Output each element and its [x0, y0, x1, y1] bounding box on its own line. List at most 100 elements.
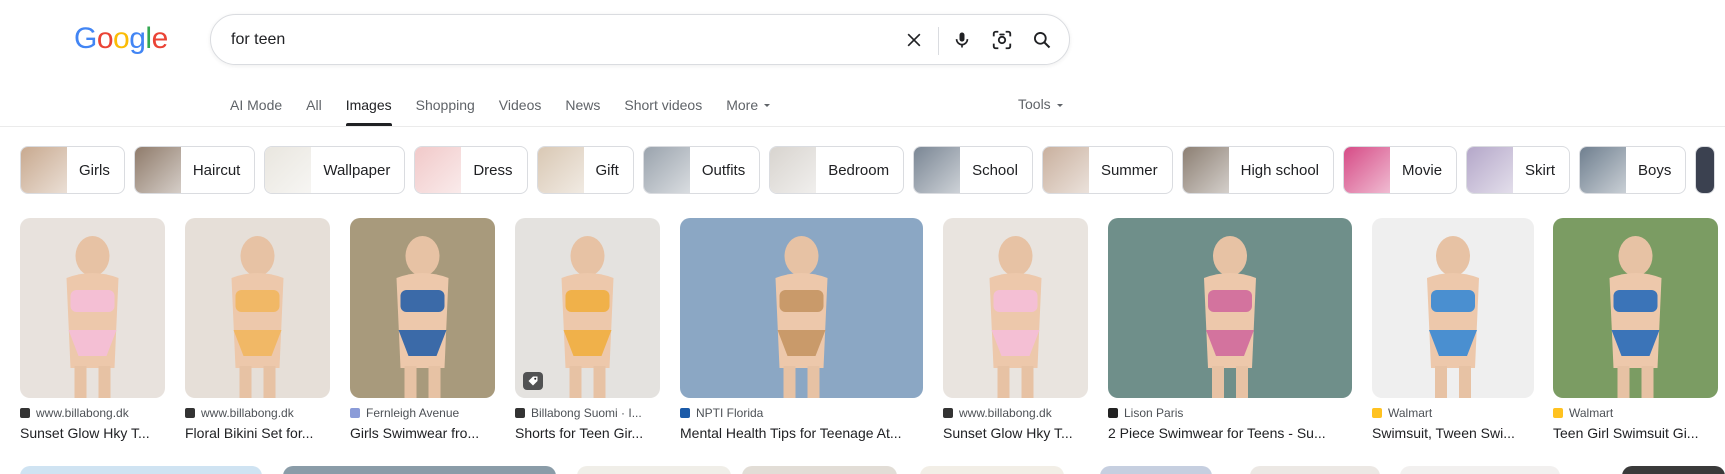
next-row-image[interactable]: [1250, 466, 1380, 474]
result-thumbnail-art: [1427, 236, 1479, 398]
chevron-down-icon: [1056, 104, 1063, 107]
result-source[interactable]: Lison Paris: [1108, 406, 1352, 420]
chip-summer[interactable]: Summer: [1041, 146, 1173, 194]
result-title[interactable]: Shorts for Teen Gir...: [515, 425, 660, 441]
next-row-image[interactable]: [20, 466, 262, 474]
chip-haircut[interactable]: Haircut: [133, 146, 256, 194]
chip-gift[interactable]: Gift: [536, 146, 634, 194]
result-image[interactable]: [943, 218, 1088, 398]
tab-short-videos[interactable]: Short videos: [612, 96, 714, 126]
voice-search-icon[interactable]: [949, 27, 975, 53]
tools-button[interactable]: Tools: [1018, 96, 1065, 114]
search-box: [210, 14, 1070, 65]
image-result-card[interactable]: Billabong Suomi · I... Shorts for Teen Gi…: [515, 218, 660, 441]
result-title[interactable]: 2 Piece Swimwear for Teens - Su...: [1108, 425, 1352, 441]
chip-thumbnail: [643, 147, 690, 193]
result-source[interactable]: www.billabong.dk: [943, 406, 1088, 420]
tab-ai-mode[interactable]: AI Mode: [230, 96, 294, 126]
result-image[interactable]: [20, 218, 165, 398]
next-row-image[interactable]: [1400, 466, 1560, 474]
chip-movie[interactable]: Movie: [1343, 146, 1458, 194]
chip-boys[interactable]: Boys: [1579, 146, 1687, 194]
tab-more[interactable]: More: [714, 96, 784, 126]
chip-label: Summer: [1100, 161, 1158, 179]
google-logo[interactable]: Google: [74, 22, 168, 56]
chip-school[interactable]: School: [913, 146, 1033, 194]
next-row-image[interactable]: [1622, 466, 1725, 474]
tools-label: Tools: [1018, 96, 1051, 112]
chip-thumbnail: [1182, 147, 1229, 193]
next-row-image[interactable]: [283, 466, 556, 474]
chip-bedroom[interactable]: Bedroom: [769, 146, 905, 194]
result-image[interactable]: [1553, 218, 1718, 398]
site-favicon-icon: [1108, 408, 1118, 418]
chip-high-school[interactable]: High school: [1181, 146, 1335, 194]
result-title[interactable]: Teen Girl Swimsuit Gi...: [1553, 425, 1718, 441]
chip-thumbnail: [415, 147, 462, 193]
result-image[interactable]: [680, 218, 923, 398]
image-result-card[interactable]: www.billabong.dk Floral Bikini Set for...: [185, 218, 330, 441]
search-icon[interactable]: [1029, 27, 1055, 53]
result-image[interactable]: [1372, 218, 1534, 398]
result-source[interactable]: Walmart: [1553, 406, 1718, 420]
search-input[interactable]: [231, 27, 891, 53]
result-source[interactable]: Billabong Suomi · I...: [515, 406, 660, 420]
chip-label: Outfits: [701, 161, 746, 179]
result-title[interactable]: Girls Swimwear fro...: [350, 425, 495, 441]
result-source[interactable]: www.billabong.dk: [185, 406, 330, 420]
chip-label: Girls: [79, 161, 110, 179]
site-favicon-icon: [185, 408, 195, 418]
result-image[interactable]: [350, 218, 495, 398]
image-result-card[interactable]: Walmart Teen Girl Swimsuit Gi...: [1553, 218, 1718, 441]
chip-thumbnail: [134, 147, 181, 193]
source-name: NPTI Florida: [696, 406, 764, 420]
result-title[interactable]: Sunset Glow Hky T...: [943, 425, 1088, 441]
next-row-image[interactable]: [742, 466, 897, 474]
more-label: More: [726, 97, 759, 113]
next-row-image[interactable]: [1100, 466, 1212, 474]
result-image[interactable]: [185, 218, 330, 398]
image-result-card[interactable]: Walmart Swimsuit, Tween Swi...: [1372, 218, 1534, 441]
result-source[interactable]: Walmart: [1372, 406, 1534, 420]
tab-videos[interactable]: Videos: [487, 96, 554, 126]
chip-label: Skirt: [1525, 161, 1556, 179]
image-result-card[interactable]: Lison Paris 2 Piece Swimwear for Teens - …: [1108, 218, 1352, 441]
chevron-down-icon: [764, 104, 771, 107]
result-image[interactable]: [1108, 218, 1352, 398]
result-title[interactable]: Swimsuit, Tween Swi...: [1372, 425, 1534, 441]
nav-divider: [0, 126, 1725, 127]
chip-outfits[interactable]: Outfits: [642, 146, 761, 194]
result-title[interactable]: Sunset Glow Hky T...: [20, 425, 165, 441]
next-row-image[interactable]: [577, 466, 731, 474]
image-result-card[interactable]: Fernleigh Avenue Girls Swimwear fro...: [350, 218, 495, 441]
source-name: www.billabong.dk: [201, 406, 294, 420]
source-name: Billabong Suomi · I...: [531, 406, 642, 420]
lens-search-icon[interactable]: [989, 27, 1015, 53]
result-source[interactable]: Fernleigh Avenue: [350, 406, 495, 420]
result-title[interactable]: Floral Bikini Set for...: [185, 425, 330, 441]
image-result-card[interactable]: www.billabong.dk Sunset Glow Hky T...: [20, 218, 165, 441]
chip-girls[interactable]: Girls: [20, 146, 125, 194]
chip-thumbnail: [21, 147, 67, 193]
result-thumbnail-art: [1609, 236, 1662, 398]
next-row-image[interactable]: [920, 466, 1064, 474]
chip-skirt[interactable]: Skirt: [1466, 146, 1571, 194]
image-result-card[interactable]: NPTI Florida Mental Health Tips for Teena…: [680, 218, 923, 441]
tab-shopping[interactable]: Shopping: [404, 96, 487, 126]
product-tag-icon: [523, 372, 543, 390]
result-source[interactable]: www.billabong.dk: [20, 406, 165, 420]
image-result-card[interactable]: www.billabong.dk Sunset Glow Hky T...: [943, 218, 1088, 441]
chip-dress[interactable]: Dress: [414, 146, 528, 194]
chip-wallpaper[interactable]: Wallpaper: [264, 146, 406, 194]
tab-news[interactable]: News: [553, 96, 612, 126]
result-thumbnail-art: [1204, 236, 1256, 398]
chip-thumbnail: [265, 147, 312, 193]
result-image[interactable]: [515, 218, 660, 398]
tab-images[interactable]: Images: [334, 96, 404, 126]
result-source[interactable]: NPTI Florida: [680, 406, 923, 420]
site-favicon-icon: [350, 408, 360, 418]
result-title[interactable]: Mental Health Tips for Teenage At...: [680, 425, 923, 441]
tab-all[interactable]: All: [294, 96, 334, 126]
chip-overflow[interactable]: [1695, 146, 1716, 194]
clear-icon[interactable]: [901, 27, 927, 53]
